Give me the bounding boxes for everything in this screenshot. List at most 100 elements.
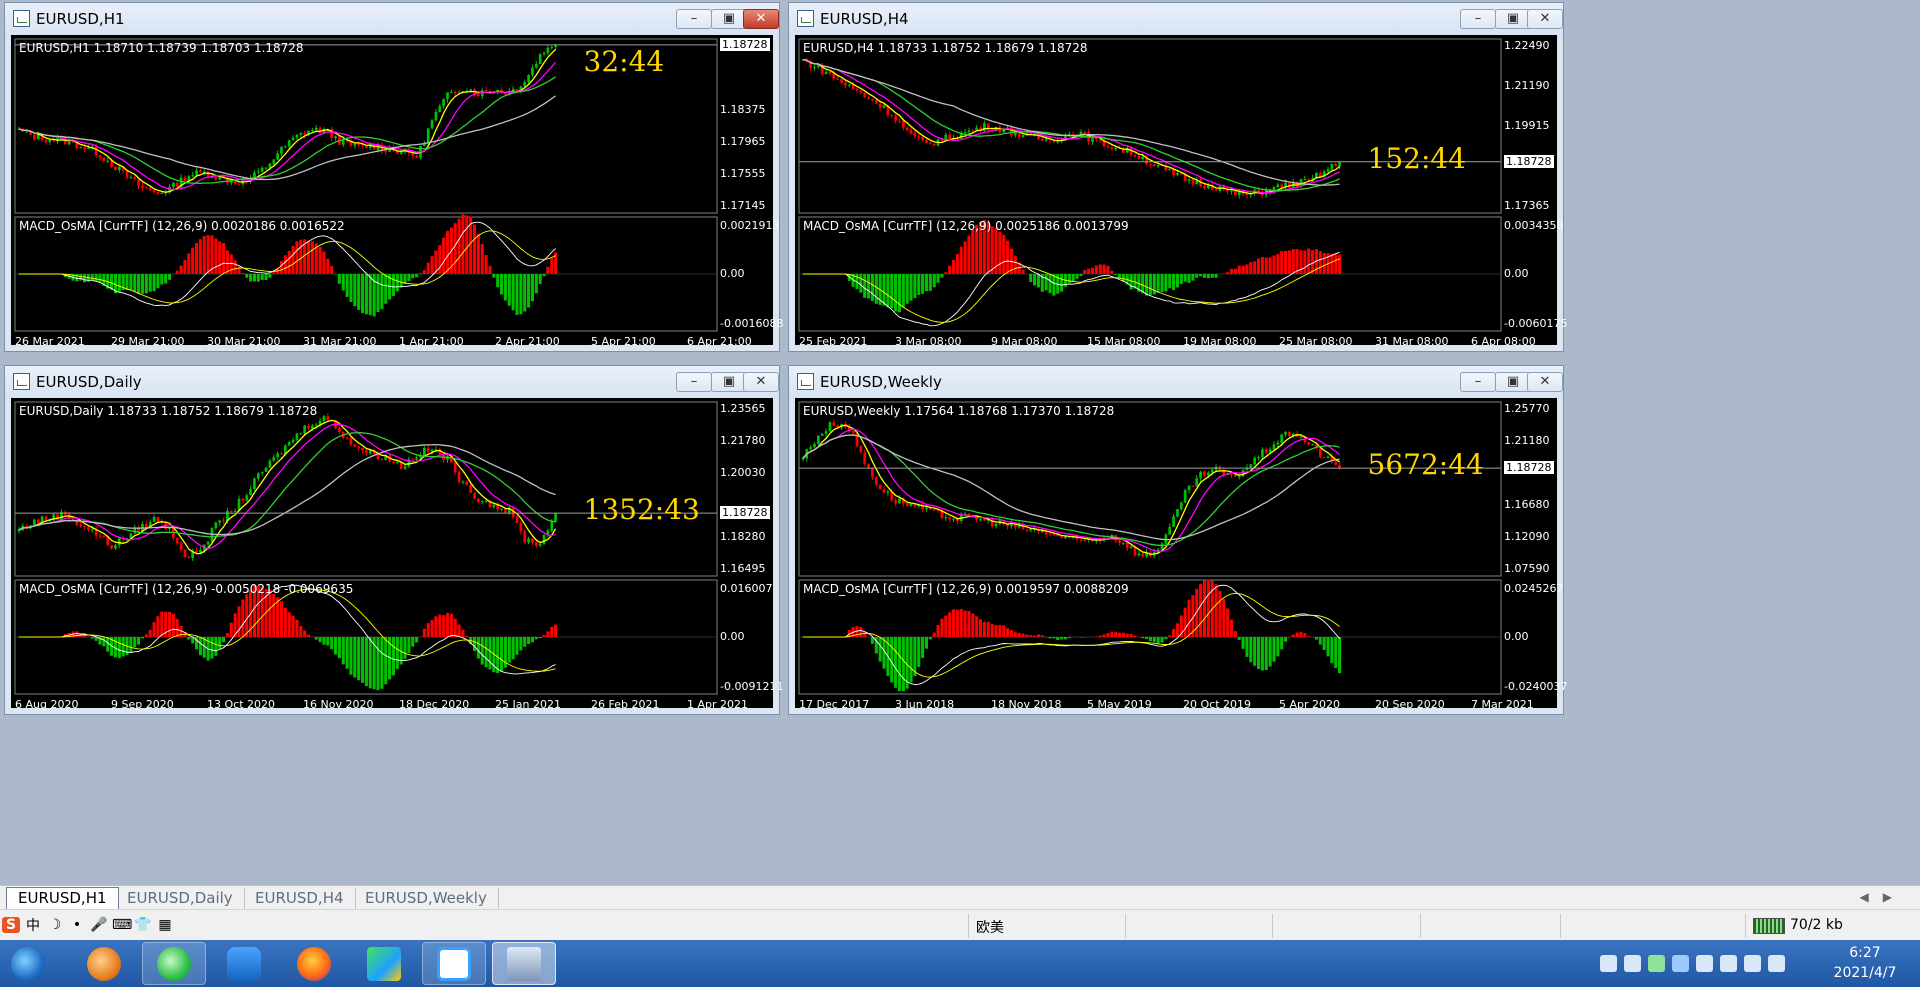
candle-body [917,136,921,138]
candle-body [851,430,855,434]
tray-shield-icon[interactable] [1672,955,1689,972]
chart-tab[interactable]: EURUSD,Weekly [354,888,499,909]
tray-signal-icon[interactable] [1768,955,1785,972]
candle-body [1172,516,1175,527]
candle-body [901,120,905,128]
candle-body [392,461,395,463]
tray-cloud-icon[interactable] [1624,955,1641,972]
taskbar-app-player[interactable] [352,942,416,985]
taskbar-app-notes[interactable] [212,942,276,985]
candle-body [1276,442,1280,445]
candle-body [1210,469,1214,473]
candle-body [905,503,909,506]
tray-usb-icon[interactable] [1600,955,1617,972]
moving-average-line [802,58,1340,194]
candle-body [928,142,932,145]
system-clock[interactable]: 6:27 2021/4/7 [1820,943,1910,983]
maximize-button[interactable]: ▣ [1495,372,1531,392]
close-button[interactable]: ✕ [743,372,779,392]
maximize-button[interactable]: ▣ [711,9,747,29]
candle-body [256,171,260,173]
toolbox-icon[interactable]: ▦ [156,917,174,933]
candle-body [199,170,202,172]
moving-average-line [18,443,556,536]
chart-window-weekly[interactable]: EURUSD,Weekly – ▣ ✕ EURUSD,Weekly 1.17564 1.… [788,365,1567,715]
keyboard-icon[interactable]: ⌨ [112,917,132,933]
moving-average-line [802,58,1340,192]
tray-volume-icon[interactable] [1744,955,1761,972]
chart-window-daily[interactable]: EURUSD,Daily – ▣ ✕ EURUSD,Daily 1.18733 1.18… [4,365,783,715]
minimize-button[interactable]: – [1460,9,1496,29]
chart-tab[interactable]: EURUSD,H1 [6,887,119,910]
candle-body [334,136,337,139]
ime-lang-icon[interactable]: 中 [24,915,42,935]
punctuation-icon[interactable]: • [68,917,86,933]
candle-body [295,134,299,138]
candle-body [1060,536,1063,539]
candle-body [890,115,894,117]
taskbar-app-metatrader[interactable] [72,942,136,985]
taskbar-app-terminal[interactable] [492,942,556,985]
moon-icon[interactable]: ☽ [46,917,64,933]
window-titlebar[interactable]: EURUSD,H4 – ▣ ✕ [789,3,1563,35]
play-icon [367,946,401,981]
candle-body [311,425,314,429]
candle-body [245,495,249,501]
candle-body [438,106,442,113]
candle-body [141,185,144,188]
candle-body [365,450,368,454]
start-button[interactable] [2,942,54,985]
candle-body [844,82,847,86]
chart-window-h1[interactable]: EURUSD,H1 – ▣ ✕ EURUSD,H1 1.18710 1.18739 1.… [4,2,783,352]
candle-body [925,140,928,143]
price-axis-label: 1.21180 [1504,434,1550,447]
chart-canvas[interactable]: EURUSD,Daily 1.18733 1.18752 1.18679 1.1… [11,398,783,711]
window-titlebar[interactable]: EURUSD,Daily – ▣ ✕ [5,366,779,398]
candle-body [1056,141,1060,143]
candle-body [1114,147,1118,150]
chart-canvas[interactable]: EURUSD,Weekly 1.17564 1.18768 1.17370 1.… [795,398,1567,711]
chart-window-h4[interactable]: EURUSD,H4 – ▣ ✕ EURUSD,H4 1.18733 1.18752 1.… [788,2,1567,352]
candle-body [1257,457,1260,459]
tray-network-icon[interactable] [1696,955,1713,972]
candle-body [314,424,318,426]
candle-body [863,452,867,464]
mic-icon[interactable]: 🎤 [90,917,108,933]
chart-tab[interactable]: EURUSD,H4 [244,888,356,909]
candle-body [909,130,913,134]
time-axis-label: 25 Feb 2021 [799,335,868,348]
minimize-button[interactable]: – [676,372,712,392]
close-button[interactable]: ✕ [1527,372,1563,392]
tray-wechat-icon[interactable] [1648,955,1665,972]
taskbar-app-firefox[interactable] [282,942,346,985]
tray-pen-icon[interactable] [1720,955,1737,972]
sogou-logo-icon[interactable]: S [2,917,20,933]
chart-tab[interactable]: EURUSD,Daily [116,888,245,909]
price-axis-label: 1.22490 [1504,39,1550,52]
taskbar-app-wechat[interactable] [142,942,206,985]
candle-body [353,444,357,447]
connection-bars-icon [1753,918,1785,934]
candle-body [1280,434,1284,443]
window-titlebar[interactable]: EURUSD,H1 – ▣ ✕ [5,3,779,35]
close-button[interactable]: ✕ [1527,9,1563,29]
candle-body [442,99,445,107]
status-divider [1420,914,1421,938]
chart-canvas[interactable]: EURUSD,H4 1.18733 1.18752 1.18679 1.1872… [795,35,1567,348]
maximize-button[interactable]: ▣ [1495,9,1531,29]
candle-body [183,177,187,181]
time-axis-label: 16 Nov 2020 [303,698,374,711]
candle-body [1064,536,1067,539]
taskbar-app-baidu-netdisk[interactable] [422,942,486,985]
tab-scroll-arrows[interactable]: ◀▶ [1860,890,1906,904]
candle-body [1334,461,1338,465]
minimize-button[interactable]: – [676,9,712,29]
time-axis-label: 9 Sep 2020 [111,698,174,711]
minimize-button[interactable]: – [1460,372,1496,392]
skin-icon[interactable]: 👕 [134,917,152,933]
chart-canvas[interactable]: EURUSD,H1 1.18710 1.18739 1.18703 1.1872… [11,35,783,348]
ime-toolbar[interactable]: S 中 ☽ • 🎤 ⌨ 👕 ▦ [2,912,207,938]
maximize-button[interactable]: ▣ [711,372,747,392]
window-titlebar[interactable]: EURUSD,Weekly – ▣ ✕ [789,366,1563,398]
close-button[interactable]: ✕ [743,9,779,29]
